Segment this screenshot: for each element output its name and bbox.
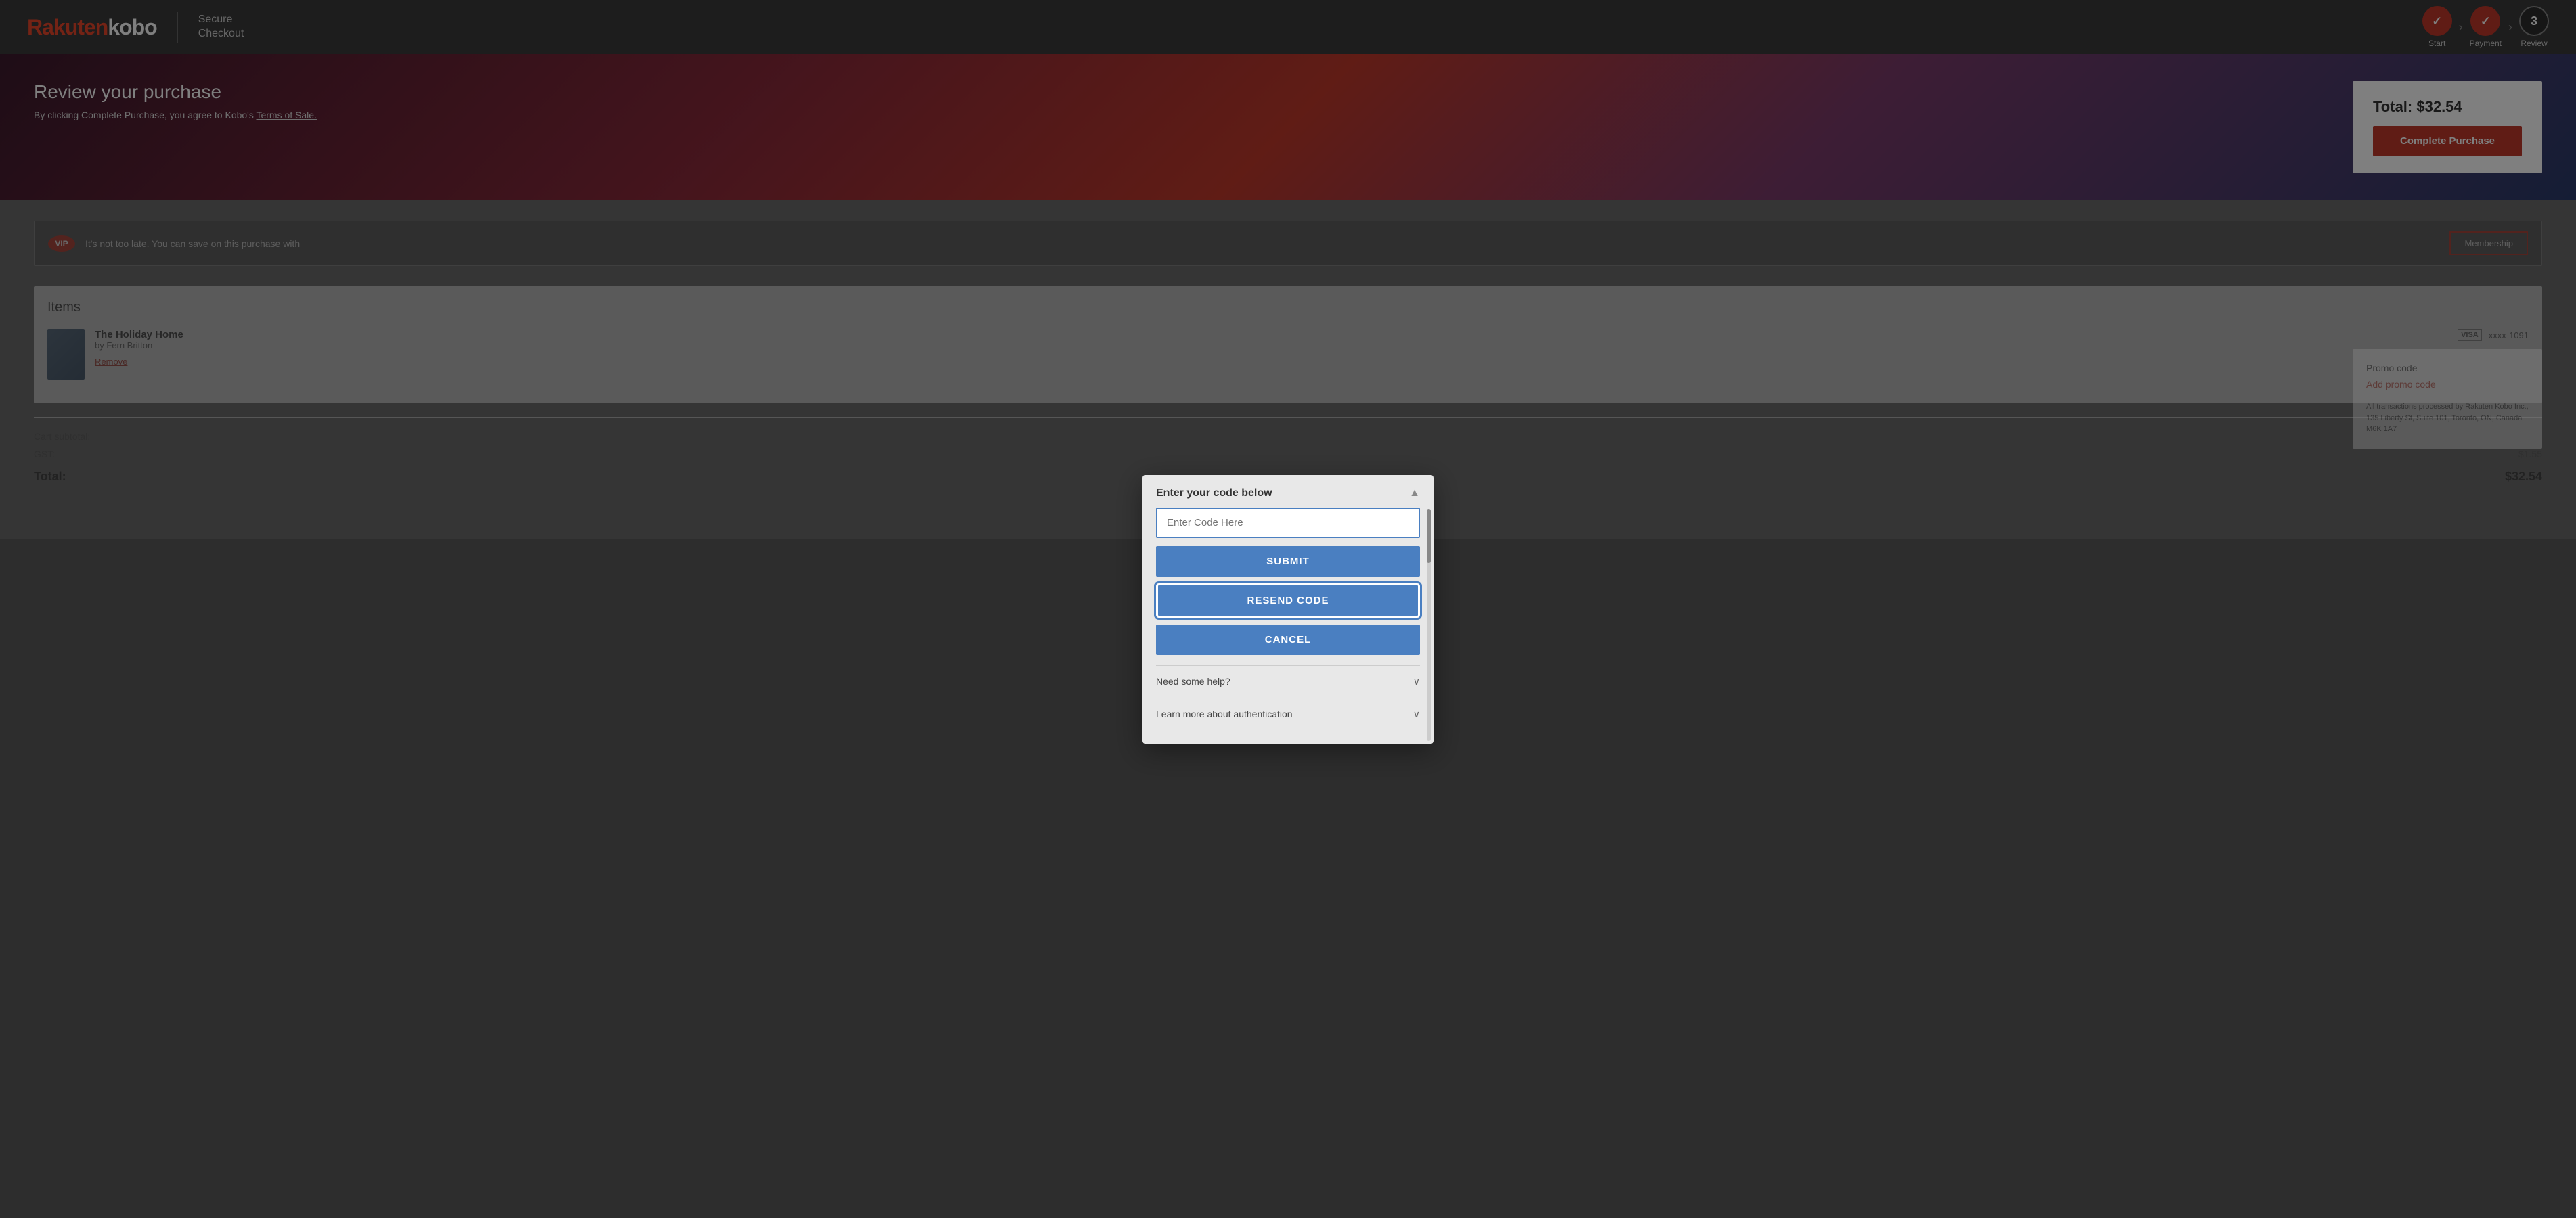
auth-accordion[interactable]: Learn more about authentication ∨ xyxy=(1156,698,1420,730)
submit-button[interactable]: SUBMIT xyxy=(1156,546,1420,577)
cancel-button[interactable]: CANCEL xyxy=(1156,625,1420,655)
chevron-down-icon: ∨ xyxy=(1413,676,1420,687)
auth-accordion-header[interactable]: Learn more about authentication ∨ xyxy=(1156,708,1420,720)
auth-modal: Enter your code below ▲ SUBMIT RESEND CO… xyxy=(1142,475,1434,744)
modal-header: Enter your code below ▲ xyxy=(1142,475,1434,508)
help-accordion-header[interactable]: Need some help? ∨ xyxy=(1156,676,1420,687)
modal-scroll-up-button[interactable]: ▲ xyxy=(1409,487,1420,499)
help-label: Need some help? xyxy=(1156,676,1230,687)
modal-overlay: Enter your code below ▲ SUBMIT RESEND CO… xyxy=(0,0,2576,1218)
resend-code-button[interactable]: RESEND CODE xyxy=(1156,583,1420,618)
modal-body: SUBMIT RESEND CODE CANCEL Need some help… xyxy=(1142,508,1434,744)
modal-scrollbar-thumb xyxy=(1427,509,1431,563)
code-input[interactable] xyxy=(1156,508,1420,538)
modal-scrollbar[interactable] xyxy=(1427,509,1431,741)
chevron-down-icon-2: ∨ xyxy=(1413,708,1420,720)
auth-label: Learn more about authentication xyxy=(1156,708,1293,719)
modal-title: Enter your code below xyxy=(1156,487,1272,499)
help-accordion[interactable]: Need some help? ∨ xyxy=(1156,665,1420,698)
